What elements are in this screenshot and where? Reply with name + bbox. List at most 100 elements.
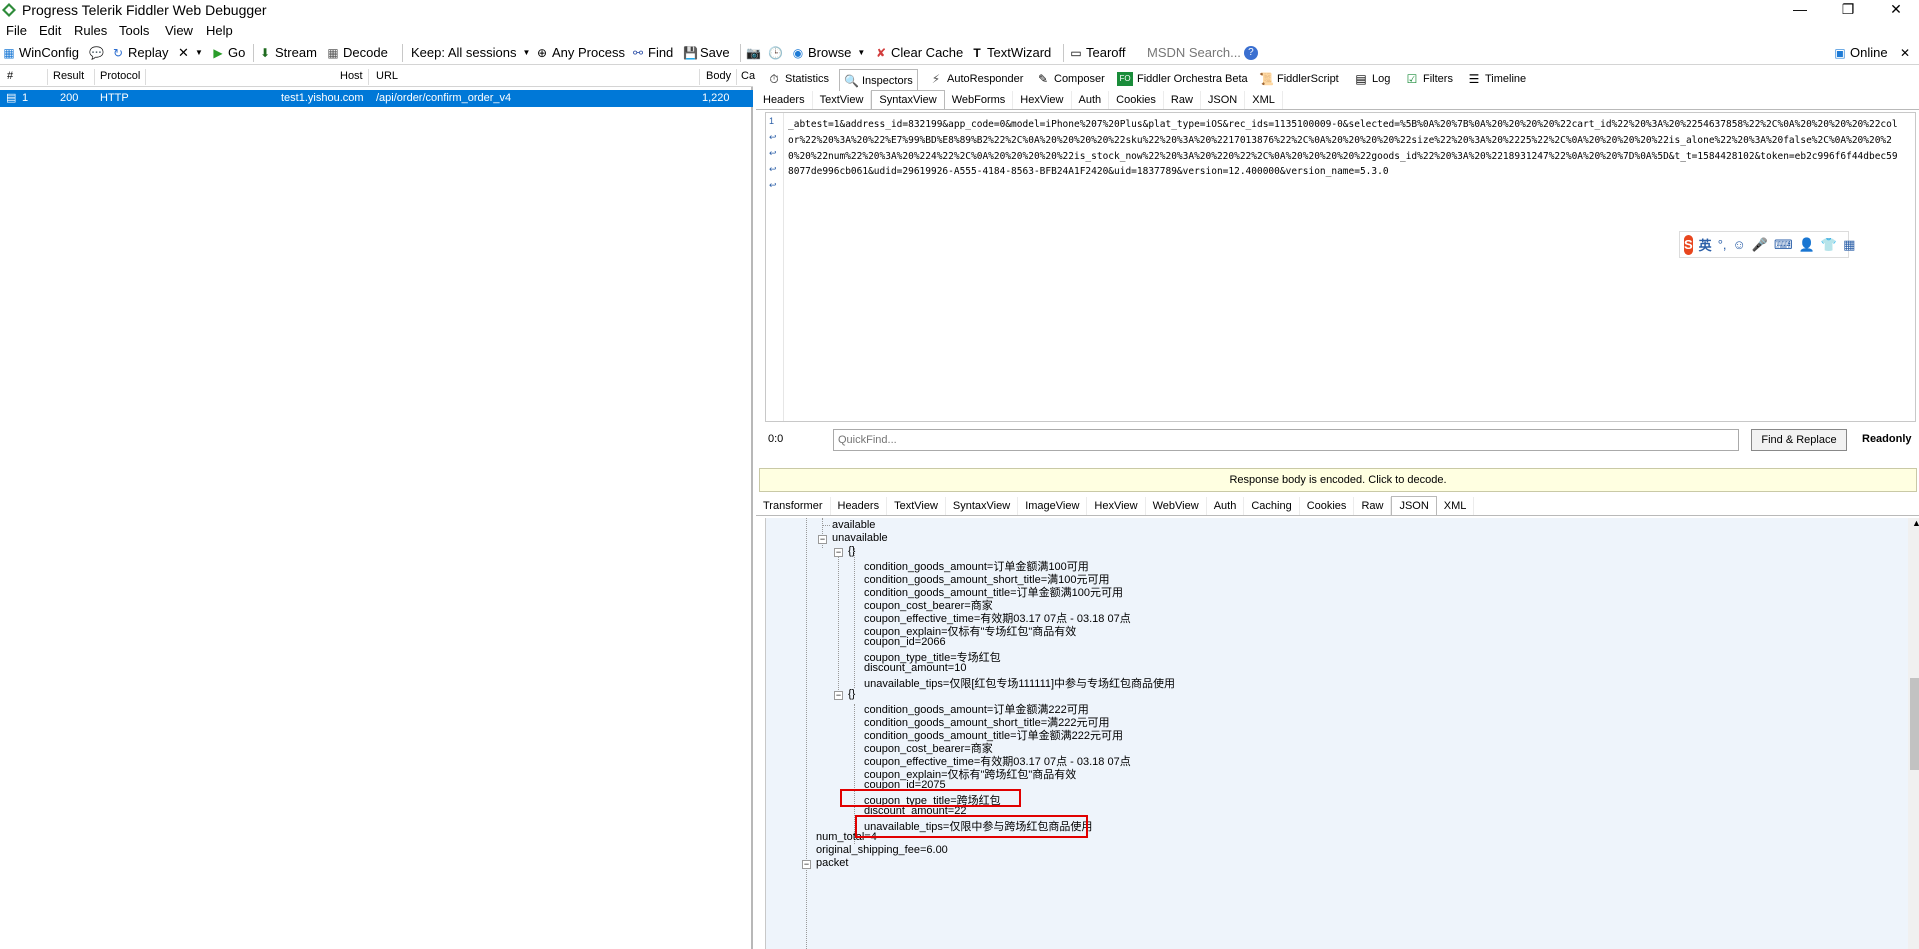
resp-tab-xml[interactable]: XML (1437, 497, 1475, 515)
keep-sessions-dropdown[interactable]: Keep: All sessions ▼ (411, 44, 534, 62)
keep-label: Keep: All sessions (411, 45, 517, 60)
req-tab-syntaxview[interactable]: SyntaxView (871, 90, 945, 109)
req-tab-xml[interactable]: XML (1245, 91, 1283, 109)
resp-tab-cookies[interactable]: Cookies (1300, 497, 1355, 515)
menu-view[interactable]: View (165, 23, 193, 38)
collapse-toggle-icon[interactable]: − (834, 548, 843, 557)
decode-notice-bar[interactable]: Response body is encoded. Click to decod… (759, 468, 1917, 492)
restore-button[interactable]: ❐ (1825, 0, 1871, 20)
column-divider (94, 69, 95, 85)
tearoff-button[interactable]: ▭ Tearoff (1069, 44, 1125, 62)
clear-cache-button[interactable]: ✘ Clear Cache (874, 44, 963, 62)
menu-help[interactable]: Help (206, 23, 233, 38)
resp-tab-raw[interactable]: Raw (1354, 497, 1392, 515)
menu-rules[interactable]: Rules (74, 23, 107, 38)
minimize-button[interactable]: — (1777, 0, 1823, 20)
scroll-up-icon[interactable]: ▲ (1912, 518, 1919, 528)
tree-leaf[interactable]: unavailable_tips=仅限[红包专场111111]中参与专场红包商品… (864, 675, 1175, 691)
checkbox-icon: ☑ (1406, 72, 1418, 86)
comment-button[interactable]: 💬 (89, 44, 104, 62)
save-button[interactable]: 💾 Save (683, 44, 730, 62)
find-button[interactable]: ⚯ Find (631, 44, 673, 62)
msdn-search-input[interactable]: MSDN Search...? (1147, 44, 1258, 62)
resp-tab-headers[interactable]: Headers (831, 497, 888, 515)
tree-node-object[interactable]: {} (848, 688, 855, 700)
tree-node-unavailable[interactable]: unavailable (832, 532, 888, 544)
session-row[interactable]: ▤ 1 200 HTTP test1.yishou.com /api/order… (0, 90, 753, 107)
col-result[interactable]: Result (53, 70, 84, 82)
find-replace-button[interactable]: Find & Replace (1751, 429, 1847, 451)
save-icon: 💾 (683, 46, 698, 60)
resp-tab-imageview[interactable]: ImageView (1018, 497, 1088, 515)
resp-tab-caching[interactable]: Caching (1244, 497, 1300, 515)
online-indicator[interactable]: ▣ Online (1833, 44, 1887, 62)
collapse-toggle-icon[interactable]: − (818, 535, 827, 544)
tree-node-available[interactable]: available (832, 519, 875, 531)
inspect-icon: 🔍 (844, 73, 859, 88)
resp-tab-textview[interactable]: TextView (887, 497, 946, 515)
collapse-toggle-icon[interactable]: − (834, 691, 843, 700)
stream-button[interactable]: ⬇ Stream (258, 44, 317, 62)
screenshot-button[interactable]: 📷 (746, 44, 761, 62)
req-tab-hexview[interactable]: HexView (1013, 91, 1072, 109)
tree-leaf[interactable]: original_shipping_fee=6.00 (816, 844, 948, 856)
replay-button[interactable]: ↻ Replay (111, 44, 169, 62)
req-tab-json[interactable]: JSON (1201, 91, 1246, 109)
tab-fiddlerscript[interactable]: 📜 FiddlerScript (1255, 69, 1343, 89)
go-button[interactable]: ▶ Go (211, 44, 245, 62)
wrap-arrow-icon: ↩ (769, 180, 777, 190)
resp-tab-syntaxview[interactable]: SyntaxView (946, 497, 1019, 515)
ime-toolbar[interactable]: S 英 °, ☺ 🎤 ⌨ 👤 👕 ▦ (1679, 231, 1855, 258)
menu-tools[interactable]: Tools (119, 23, 149, 38)
close-button[interactable]: ✕ (1873, 0, 1919, 20)
request-icon: ▤ (6, 92, 17, 104)
col-host[interactable]: Host (340, 70, 363, 82)
tab-timeline[interactable]: ☰ Timeline (1463, 69, 1530, 89)
resp-tab-webview[interactable]: WebView (1146, 497, 1207, 515)
tree-node-object[interactable]: {} (848, 545, 855, 557)
request-body-editor[interactable]: 1 ↩ ↩ ↩ ↩ _abtest=1&address_id=832199&ap… (765, 112, 1916, 422)
tab-orchestra[interactable]: FO Fiddler Orchestra Beta (1113, 69, 1252, 89)
tab-log[interactable]: ▤ Log (1350, 69, 1394, 89)
tree-node-packet[interactable]: packet (816, 857, 848, 869)
collapse-toggle-icon[interactable]: − (802, 860, 811, 869)
decode-button[interactable]: ▦ Decode (326, 44, 387, 62)
tab-filters[interactable]: ☑ Filters (1401, 69, 1457, 89)
any-process-label: Any Process (552, 45, 625, 60)
tree-leaf[interactable]: discount_amount=10 (864, 662, 966, 674)
quickfind-input[interactable] (833, 429, 1739, 451)
col-caching[interactable]: Ca (741, 70, 755, 82)
tree-branch-line (822, 525, 830, 526)
textwizard-button[interactable]: T TextWizard (970, 44, 1051, 62)
menu-edit[interactable]: Edit (39, 23, 61, 38)
resp-tab-auth[interactable]: Auth (1207, 497, 1245, 515)
tab-statistics[interactable]: ⏱ Statistics (763, 69, 833, 89)
browse-button[interactable]: ◉ Browse ▼ (791, 44, 868, 62)
scrollbar-thumb[interactable] (1910, 678, 1919, 770)
resp-tab-json[interactable]: JSON (1391, 496, 1437, 515)
timer-button[interactable]: 🕒 (768, 44, 783, 62)
tab-composer[interactable]: ✎ Composer (1032, 69, 1109, 89)
req-tab-webforms[interactable]: WebForms (945, 91, 1014, 109)
any-process-button[interactable]: ⊕ Any Process (535, 44, 625, 62)
chevron-down-icon: ▼ (194, 48, 203, 57)
vertical-scrollbar[interactable]: ▲ (1908, 518, 1919, 949)
req-tab-textview[interactable]: TextView (813, 91, 872, 109)
resp-tab-hexview[interactable]: HexView (1087, 497, 1146, 515)
resp-tab-transformer[interactable]: Transformer (756, 497, 831, 515)
col-url[interactable]: URL (376, 70, 398, 82)
tree-leaf[interactable]: coupon_id=2066 (864, 636, 946, 648)
tab-inspectors[interactable]: 🔍 Inspectors (839, 69, 918, 91)
req-tab-raw[interactable]: Raw (1164, 91, 1201, 109)
remove-button[interactable]: ✕ ▼ (178, 44, 206, 62)
req-tab-cookies[interactable]: Cookies (1109, 91, 1164, 109)
close-pane-button[interactable]: ✕ (1898, 44, 1912, 62)
req-tab-auth[interactable]: Auth (1072, 91, 1110, 109)
req-tab-headers[interactable]: Headers (756, 91, 813, 109)
winconfig-button[interactable]: ▦ WinConfig (2, 44, 79, 62)
menu-file[interactable]: File (6, 23, 27, 38)
col-protocol[interactable]: Protocol (100, 70, 140, 82)
col-body[interactable]: Body (706, 70, 731, 82)
tab-autoresponder[interactable]: ⚡ AutoResponder (925, 69, 1027, 89)
col-number[interactable]: # (7, 70, 13, 82)
